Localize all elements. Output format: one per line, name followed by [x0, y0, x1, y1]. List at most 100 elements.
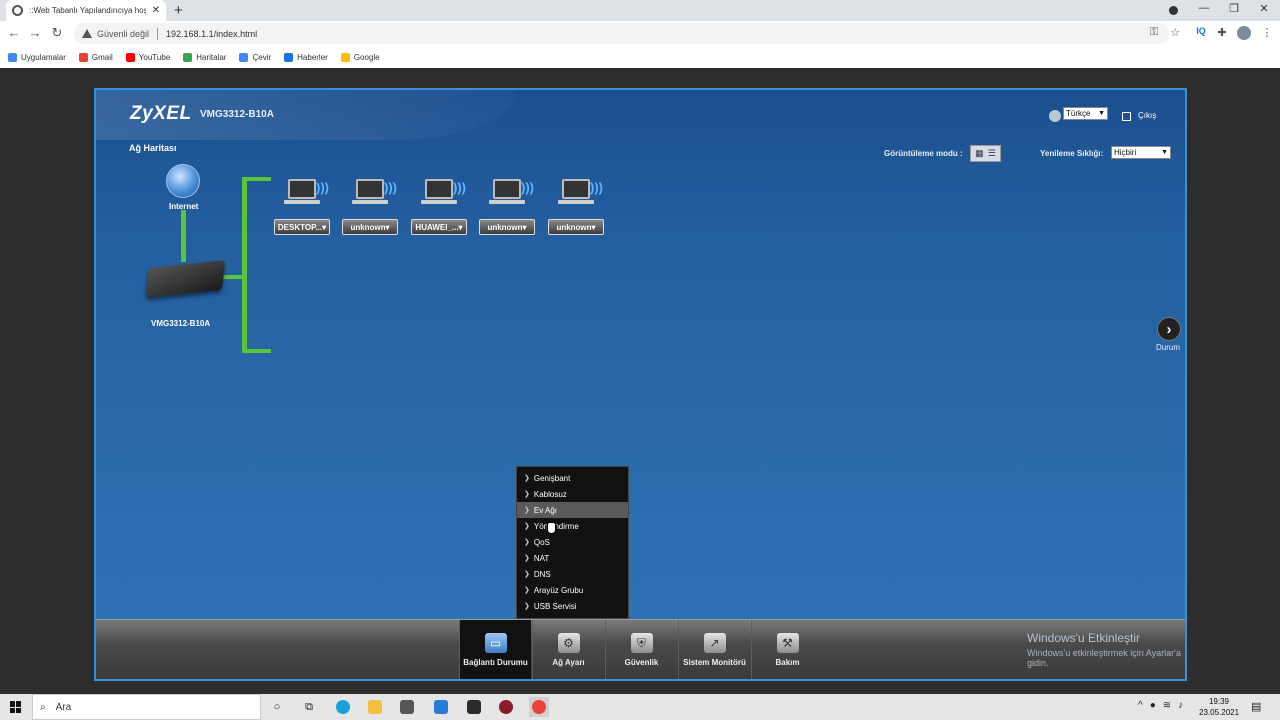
view-mode-toggle[interactable]: ▦ ☰	[970, 145, 1001, 162]
key-icon[interactable]: ⚿	[1146, 26, 1162, 39]
close-window-button[interactable]: ✕	[1249, 2, 1279, 15]
menu-item-home-network[interactable]: ❯ Ev Ağı	[517, 502, 628, 518]
nav-system-monitor[interactable]: ↗ Sistem Monitörü	[678, 620, 750, 679]
bookmark-apps[interactable]: Uygulamalar	[8, 52, 66, 62]
shield-icon: ⛨	[630, 633, 653, 653]
lan-branch-top	[244, 177, 271, 181]
avatar[interactable]	[1237, 26, 1251, 40]
status-arrow-button[interactable]: ›	[1157, 317, 1181, 341]
menu-item-broadband[interactable]: ❯ Genişbant	[517, 470, 628, 486]
tab-search-icon[interactable]	[1169, 6, 1178, 15]
cortana-icon[interactable]: ○	[267, 697, 287, 717]
lan-trunk-line	[242, 177, 247, 353]
device-button[interactable]: HUAWEI_...▾	[411, 219, 467, 235]
bookmark-google[interactable]: Google	[340, 52, 380, 62]
menu-item-wireless[interactable]: ❯ Kablosuz	[517, 486, 628, 502]
forward-icon[interactable]: →	[26, 25, 44, 40]
router-device-icon[interactable]	[145, 260, 226, 298]
refresh-value: Hiçbiri	[1114, 148, 1137, 157]
laptop-icon	[493, 179, 521, 199]
chevron-down-icon: ▼	[1098, 110, 1105, 117]
menu-item-nat[interactable]: ❯ NAT	[517, 550, 628, 566]
menu-item-usb-service[interactable]: ❯ USB Servisi	[517, 598, 628, 614]
reload-icon[interactable]: ↻	[48, 25, 66, 41]
page-title: Ağ Haritası	[129, 143, 177, 153]
device-button[interactable]: unknown▾	[342, 219, 398, 235]
wifi-icon: )))	[590, 180, 603, 195]
refresh-select[interactable]: Hiçbiri ▼	[1111, 146, 1171, 159]
tab-close-icon[interactable]: ✕	[152, 5, 160, 16]
edge-icon[interactable]	[333, 697, 353, 717]
mail-icon[interactable]	[431, 697, 451, 717]
windows-activation-title: Windows'u Etkinleştir	[1027, 631, 1140, 645]
volume-icon[interactable]: ♪	[1178, 700, 1183, 711]
menu-item-routing[interactable]: ❯ Yönlendirme	[517, 518, 628, 534]
url-text: 192.168.1.1/index.html	[166, 28, 258, 39]
taskbar-clock[interactable]: 19:39 23.05.2021	[1199, 696, 1239, 718]
device-button[interactable]: DESKTOP...▾	[274, 219, 330, 235]
chevron-right-icon: ❯	[524, 523, 530, 530]
bookmark-maps[interactable]: Haritalar	[183, 52, 226, 62]
chevron-right-icon: ❯	[524, 539, 530, 546]
nav-security[interactable]: ⛨ Güvenlik	[605, 620, 677, 679]
internet-globe-icon[interactable]	[166, 164, 200, 198]
chevron-up-icon[interactable]: ^	[1138, 700, 1143, 711]
news-icon	[284, 52, 294, 62]
address-bar[interactable]: Güvenli değil 192.168.1.1/index.html	[74, 23, 1169, 44]
menu-item-interface-group[interactable]: ❯ Arayüz Grubu	[517, 582, 628, 598]
clock-date: 23.05.2021	[1199, 708, 1240, 717]
windows-start-icon[interactable]	[10, 701, 22, 713]
file-explorer-icon[interactable]	[365, 697, 385, 717]
router-panel: ZyXEL VMG3312-B10A Türkçe ▼ Çıkış Ağ Har…	[94, 88, 1187, 681]
chevron-down-icon: ▼	[1161, 149, 1168, 156]
wifi-icon: )))	[521, 180, 534, 195]
iq-extension-icon[interactable]: IQ	[1193, 26, 1209, 36]
logout-link[interactable]: Çıkış	[1138, 111, 1156, 120]
laptop-icon	[425, 179, 453, 199]
bookmark-news[interactable]: Haberler	[284, 52, 328, 62]
menu-item-qos[interactable]: ❯ QoS	[517, 534, 628, 550]
wifi-icon: )))	[384, 180, 397, 195]
taskbar: ⌕ Ara ○ ⧉ ^ ● ≋ ♪ 19:39 23.05.2021 ▤	[0, 694, 1280, 720]
menu-dots-icon[interactable]: ⋮	[1259, 26, 1275, 39]
bookmark-translate[interactable]: Çevir	[239, 52, 271, 62]
wifi-icon[interactable]: ≋	[1163, 700, 1171, 711]
star-icon[interactable]: ☆	[1167, 26, 1183, 39]
language-select[interactable]: Türkçe ▼	[1063, 107, 1108, 120]
task-view-icon[interactable]: ⧉	[299, 697, 319, 717]
chevron-right-icon: ❯	[524, 475, 530, 482]
maximize-button[interactable]: ❐	[1219, 2, 1249, 15]
chevron-right-icon: ❯	[524, 507, 530, 514]
puzzle-icon[interactable]: ✚	[1214, 26, 1230, 39]
nav-network-setting[interactable]: ⚙ Ağ Ayarı	[532, 620, 604, 679]
notification-icon[interactable]: ▤	[1251, 700, 1261, 713]
list-view-icon[interactable]: ☰	[988, 148, 996, 159]
store-icon[interactable]	[397, 697, 417, 717]
winrar-icon[interactable]	[464, 697, 484, 717]
browser-tab[interactable]: ::Web Tabanlı Yapılandırıcıya hoş ✕	[6, 0, 166, 21]
chrome-taskbar-icon[interactable]	[529, 697, 549, 717]
app-r-icon[interactable]	[496, 697, 516, 717]
lan-branch-bottom	[244, 349, 271, 353]
new-tab-button[interactable]: +	[174, 2, 183, 19]
nav-connection-status[interactable]: ▭ Bağlantı Durumu	[459, 620, 531, 679]
internet-label: Internet	[169, 202, 199, 211]
logout-icon[interactable]	[1122, 112, 1131, 121]
map-view-icon[interactable]: ▦	[975, 148, 984, 159]
minimize-button[interactable]: —	[1189, 2, 1219, 14]
menu-item-dns[interactable]: ❯ DNS	[517, 566, 628, 582]
microphone-icon[interactable]: ●	[1150, 700, 1156, 711]
refresh-label: Yenileme Sıklığı:	[1040, 149, 1104, 158]
divider	[157, 27, 159, 40]
bookmark-gmail[interactable]: Gmail	[78, 52, 113, 62]
chevron-right-icon: ❯	[524, 603, 530, 610]
bookmark-youtube[interactable]: YouTube	[125, 52, 170, 62]
search-placeholder: Ara	[55, 701, 72, 713]
nav-maintenance[interactable]: ⚒ Bakım	[751, 620, 823, 679]
device-button[interactable]: unknown▾	[479, 219, 535, 235]
taskbar-search[interactable]: ⌕ Ara	[32, 694, 261, 720]
monitor-icon: ▭	[484, 633, 507, 653]
device-button[interactable]: unknown▾	[548, 219, 604, 235]
back-icon[interactable]: ←	[5, 25, 23, 40]
chart-icon: ↗	[703, 633, 726, 653]
